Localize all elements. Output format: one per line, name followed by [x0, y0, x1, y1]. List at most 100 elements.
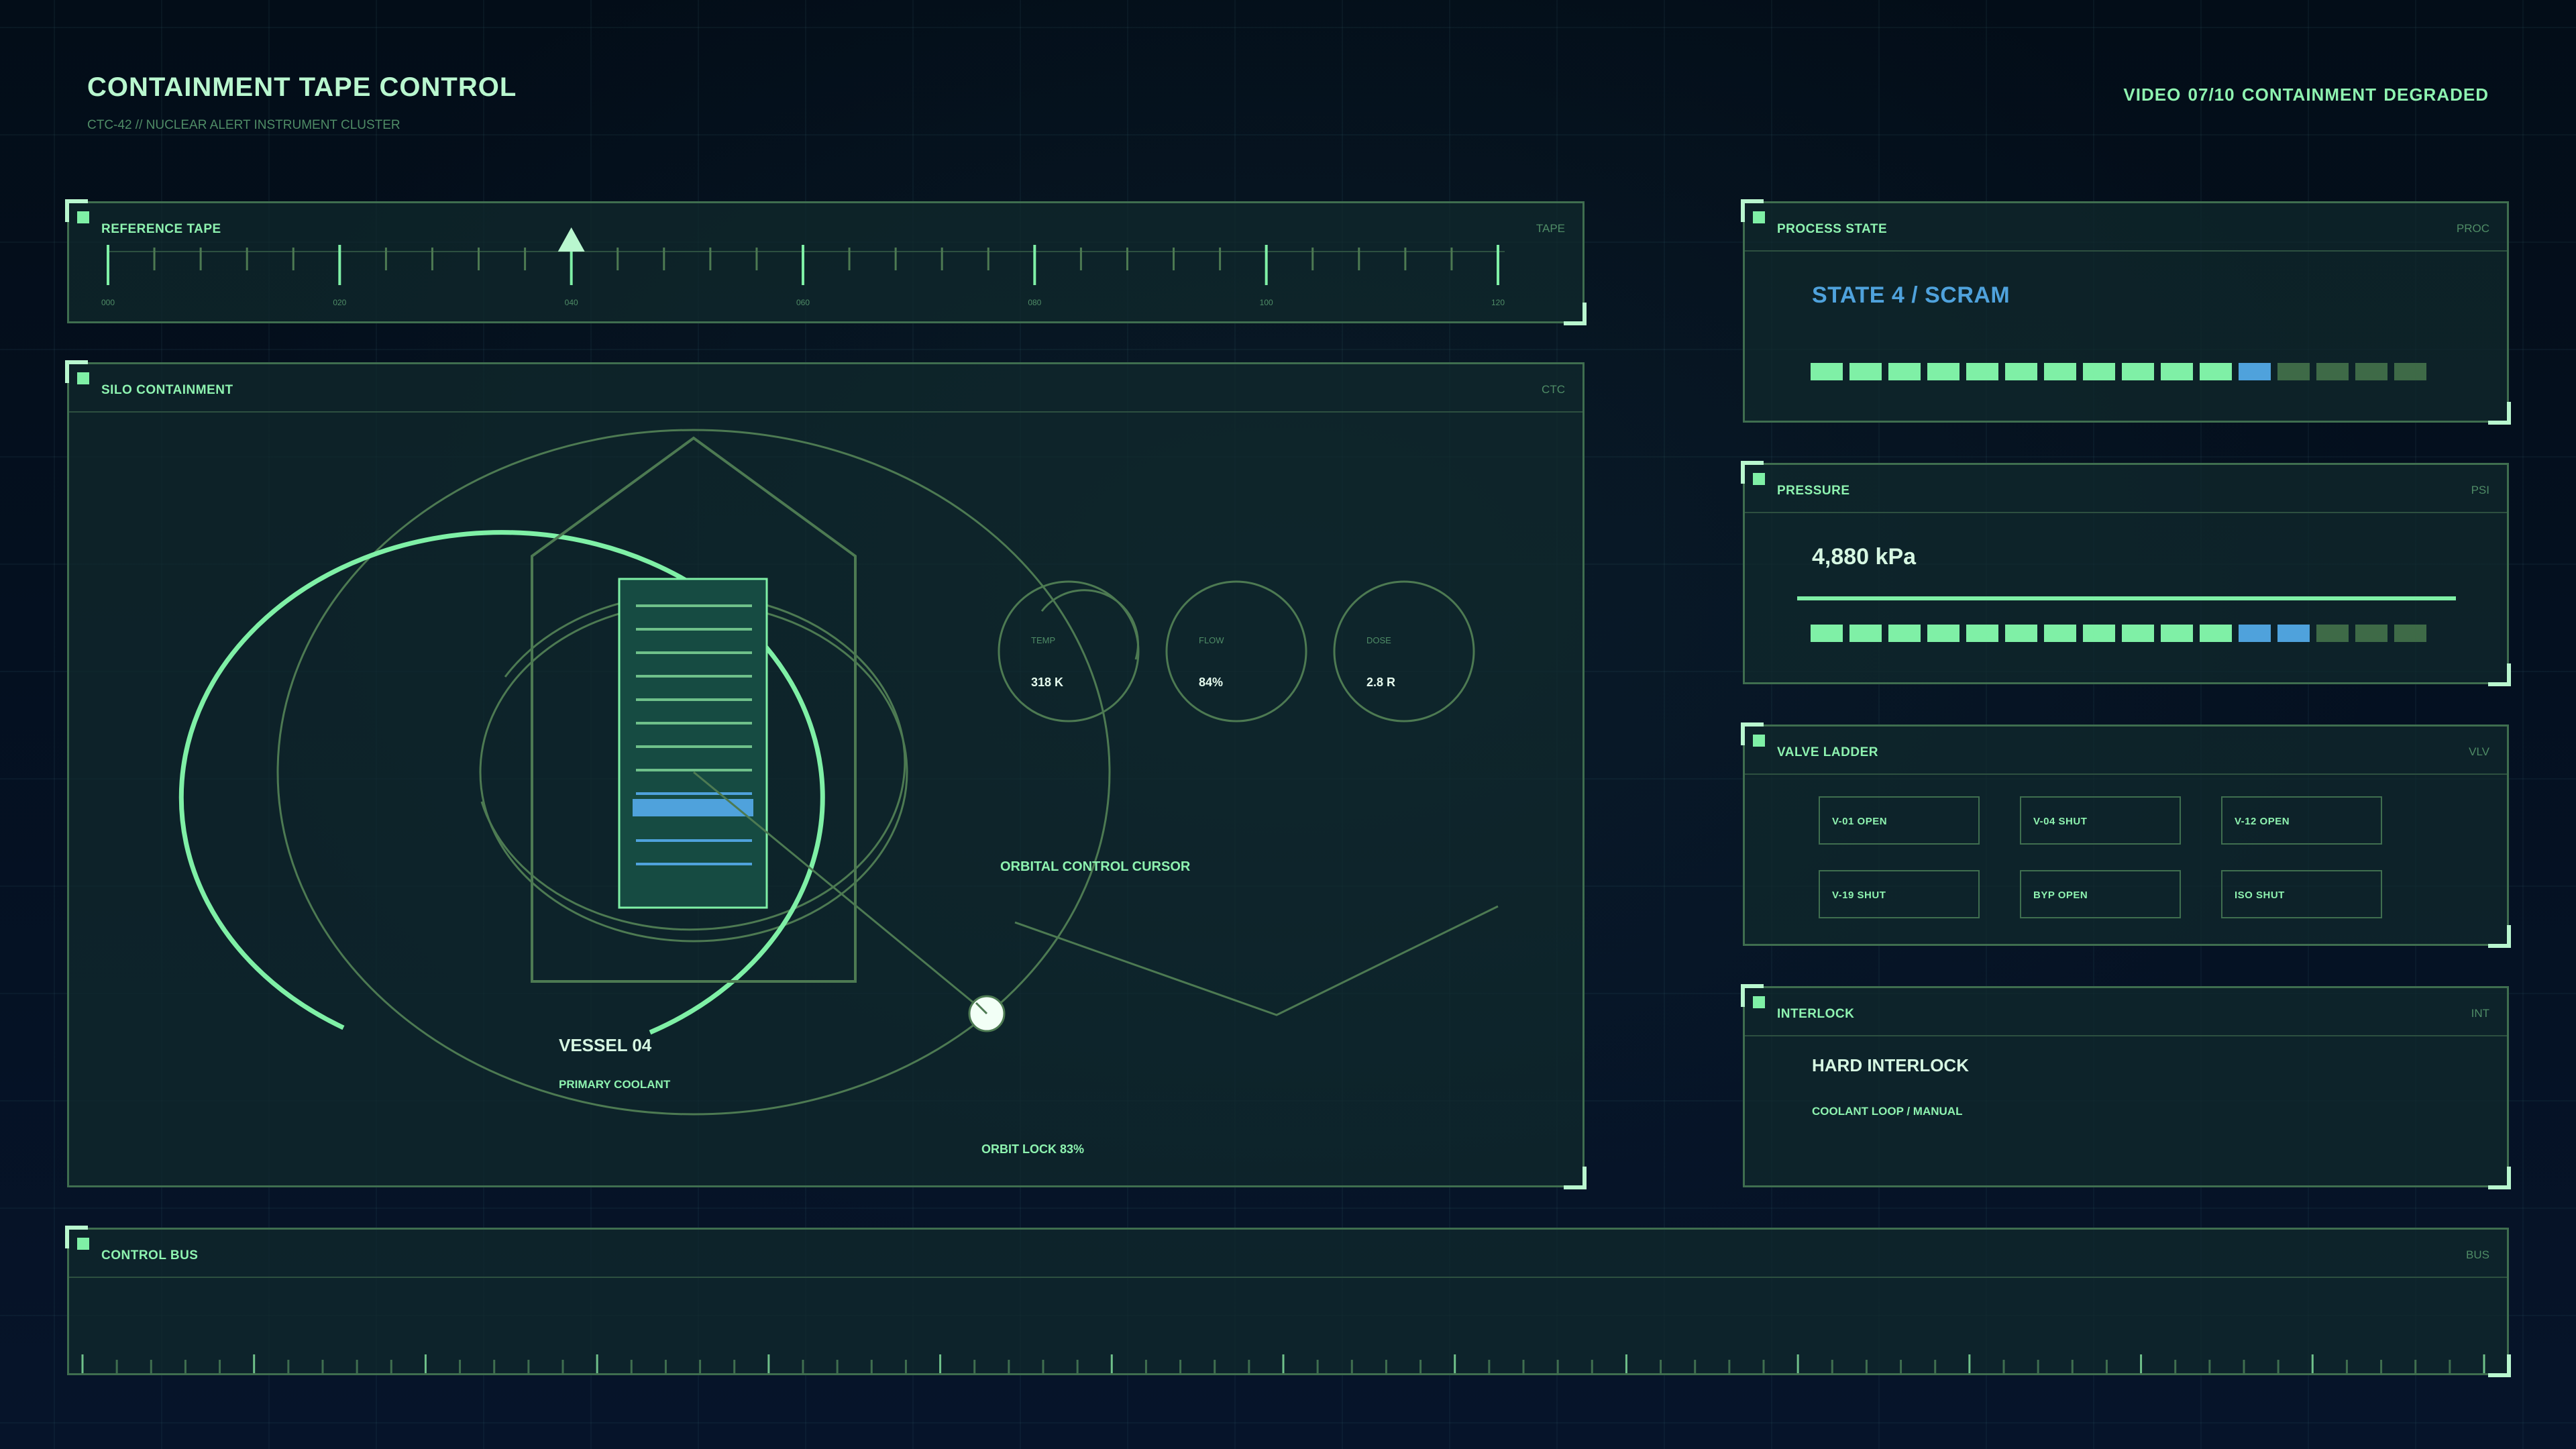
orbit-lock-readout: ORBIT LOCK 83%: [981, 1142, 1085, 1156]
valve-button-v19[interactable]: V-19 SHUT: [1819, 870, 1980, 918]
level-segment: [2044, 363, 2076, 380]
tape-tick-label: 040: [565, 298, 578, 307]
level-segment: [2355, 363, 2387, 380]
panel-divider: [1745, 250, 2507, 252]
level-segment: [2239, 363, 2271, 380]
corner-bracket-icon: [2488, 663, 2511, 686]
process-state-value: STATE 4 / SCRAM: [1812, 282, 2010, 308]
gauge-dose-label: DOSE: [1366, 635, 1391, 645]
gauge-group: TEMP 318 K FLOW 84% DOSE 2.8 R: [998, 580, 1475, 722]
gauge-temp-label: TEMP: [1031, 635, 1055, 645]
gauge-flow-ring: [1165, 580, 1307, 722]
corner-bracket-icon: [2488, 1167, 2511, 1189]
level-segment: [1811, 363, 1843, 380]
page-subtitle: CTC-42 // NUCLEAR ALERT INSTRUMENT CLUST…: [87, 118, 400, 132]
level-segment: [2394, 363, 2426, 380]
control-bus-panel: CONTROL BUS BUS: [65, 1226, 2511, 1377]
level-segment: [2316, 625, 2349, 642]
panel-title: PROCESS STATE: [1777, 222, 1888, 236]
silo-schematic: TEMP 318 K FLOW 84% DOSE 2.8 R: [178, 429, 1499, 1116]
level-segment: [1849, 625, 1882, 642]
panel-status-square-icon: [1753, 996, 1765, 1008]
page-title: CONTAINMENT TAPE CONTROL: [87, 72, 517, 102]
tape-tick-label: 020: [333, 298, 346, 307]
process-state-panel: PROCESS STATE PROC STATE 4 / SCRAM: [1741, 199, 2511, 425]
vessel-label: VESSEL 04: [559, 1035, 652, 1055]
panel-tag: PSI: [2471, 484, 2489, 496]
panel-title: PRESSURE: [1777, 484, 1850, 498]
panel-divider: [1745, 512, 2507, 513]
level-segment: [1966, 363, 1998, 380]
corner-bracket-icon: [2488, 925, 2511, 948]
status-readout: VIDEO 07/10 CONTAINMENT DEGRADED: [2123, 85, 2489, 105]
valve-button-iso[interactable]: ISO SHUT: [2221, 870, 2382, 918]
reference-tape-panel: REFERENCE TAPE TAPE 000 020 040 060 080 100 12…: [65, 199, 1587, 325]
pressure-value: 4,880 kPa: [1812, 544, 1917, 570]
level-segment: [2161, 625, 2193, 642]
panel-tag: PROC: [2456, 222, 2489, 235]
level-segment: [1888, 363, 1921, 380]
panel-status-square-icon: [1753, 473, 1765, 485]
control-bus-scale[interactable]: [69, 1230, 2507, 1373]
panel-tag: INT: [2471, 1007, 2489, 1020]
tape-tick-label: 080: [1028, 298, 1041, 307]
temp-gauge-needle: [1040, 589, 1139, 660]
valve-ladder-panel: VALVE LADDER VLV V-01 OPEN V-04 SHUT V-1…: [1741, 722, 2511, 948]
level-segment: [2200, 363, 2232, 380]
cursor-label: ORBITAL CONTROL CURSOR: [1000, 859, 1191, 874]
level-segment: [2044, 625, 2076, 642]
level-segment: [2161, 363, 2193, 380]
interlock-panel: INTERLOCK INT HARD INTERLOCK COOLANT LOO…: [1741, 984, 2511, 1189]
level-segment: [2122, 625, 2154, 642]
panel-title: VALVE LADDER: [1777, 745, 1878, 759]
level-segment: [1888, 625, 1921, 642]
panel-status-square-icon: [1753, 211, 1765, 223]
level-segment: [2005, 625, 2037, 642]
interlock-status: HARD INTERLOCK: [1812, 1055, 1969, 1075]
gauge-flow-label: FLOW: [1199, 635, 1224, 645]
valve-button-v04[interactable]: V-04 SHUT: [2020, 796, 2181, 845]
panel-divider: [1745, 773, 2507, 775]
vessel-sublabel: PRIMARY COOLANT: [559, 1078, 671, 1091]
level-segment: [2083, 625, 2115, 642]
level-segment: [1927, 363, 1960, 380]
level-segment: [2394, 625, 2426, 642]
level-segment: [1849, 363, 1882, 380]
trend-line: [1014, 905, 1499, 1016]
panel-status-square-icon: [1753, 735, 1765, 747]
tape-tick-label: 060: [796, 298, 810, 307]
tape-tick-label: 000: [101, 298, 115, 307]
pressure-line: [1797, 596, 2456, 600]
gauge-flow-value: 84%: [1199, 676, 1223, 689]
level-segment: [2200, 625, 2232, 642]
level-segment: [2005, 363, 2037, 380]
pressure-panel: PRESSURE PSI 4,880 kPa: [1741, 461, 2511, 686]
reference-tape-scale[interactable]: 000 020 040 060 080 100 120: [69, 203, 1582, 321]
corner-bracket-icon: [2488, 402, 2511, 425]
level-segment: [2239, 625, 2271, 642]
silo-containment-panel: SILO CONTAINMENT CTC TEMP 318 K FLOW 84%…: [65, 360, 1587, 1189]
level-segment: [2277, 363, 2310, 380]
tape-tick-label: 100: [1260, 298, 1273, 307]
gauge-temp-value: 318 K: [1031, 676, 1063, 689]
valve-button-v01[interactable]: V-01 OPEN: [1819, 796, 1980, 845]
gauge-dose-ring: [1333, 580, 1475, 722]
tape-tick-label: 120: [1491, 298, 1505, 307]
interlock-detail: COOLANT LOOP / MANUAL: [1812, 1105, 1963, 1118]
level-segment: [2083, 363, 2115, 380]
valve-button-byp[interactable]: BYP OPEN: [2020, 870, 2181, 918]
process-state-segment-bar: [1811, 363, 2426, 380]
panel-divider: [1745, 1035, 2507, 1036]
level-segment: [2316, 363, 2349, 380]
level-segment: [2277, 625, 2310, 642]
gauge-dose-value: 2.8 R: [1366, 676, 1395, 689]
level-segment: [1966, 625, 1998, 642]
tape-position-marker[interactable]: [557, 227, 585, 252]
valve-button-v12[interactable]: V-12 OPEN: [2221, 796, 2382, 845]
level-segment: [1927, 625, 1960, 642]
panel-title: INTERLOCK: [1777, 1007, 1855, 1021]
level-segment: [2122, 363, 2154, 380]
level-segment: [2355, 625, 2387, 642]
level-segment: [1811, 625, 1843, 642]
pressure-segment-bar: [1811, 625, 2426, 642]
